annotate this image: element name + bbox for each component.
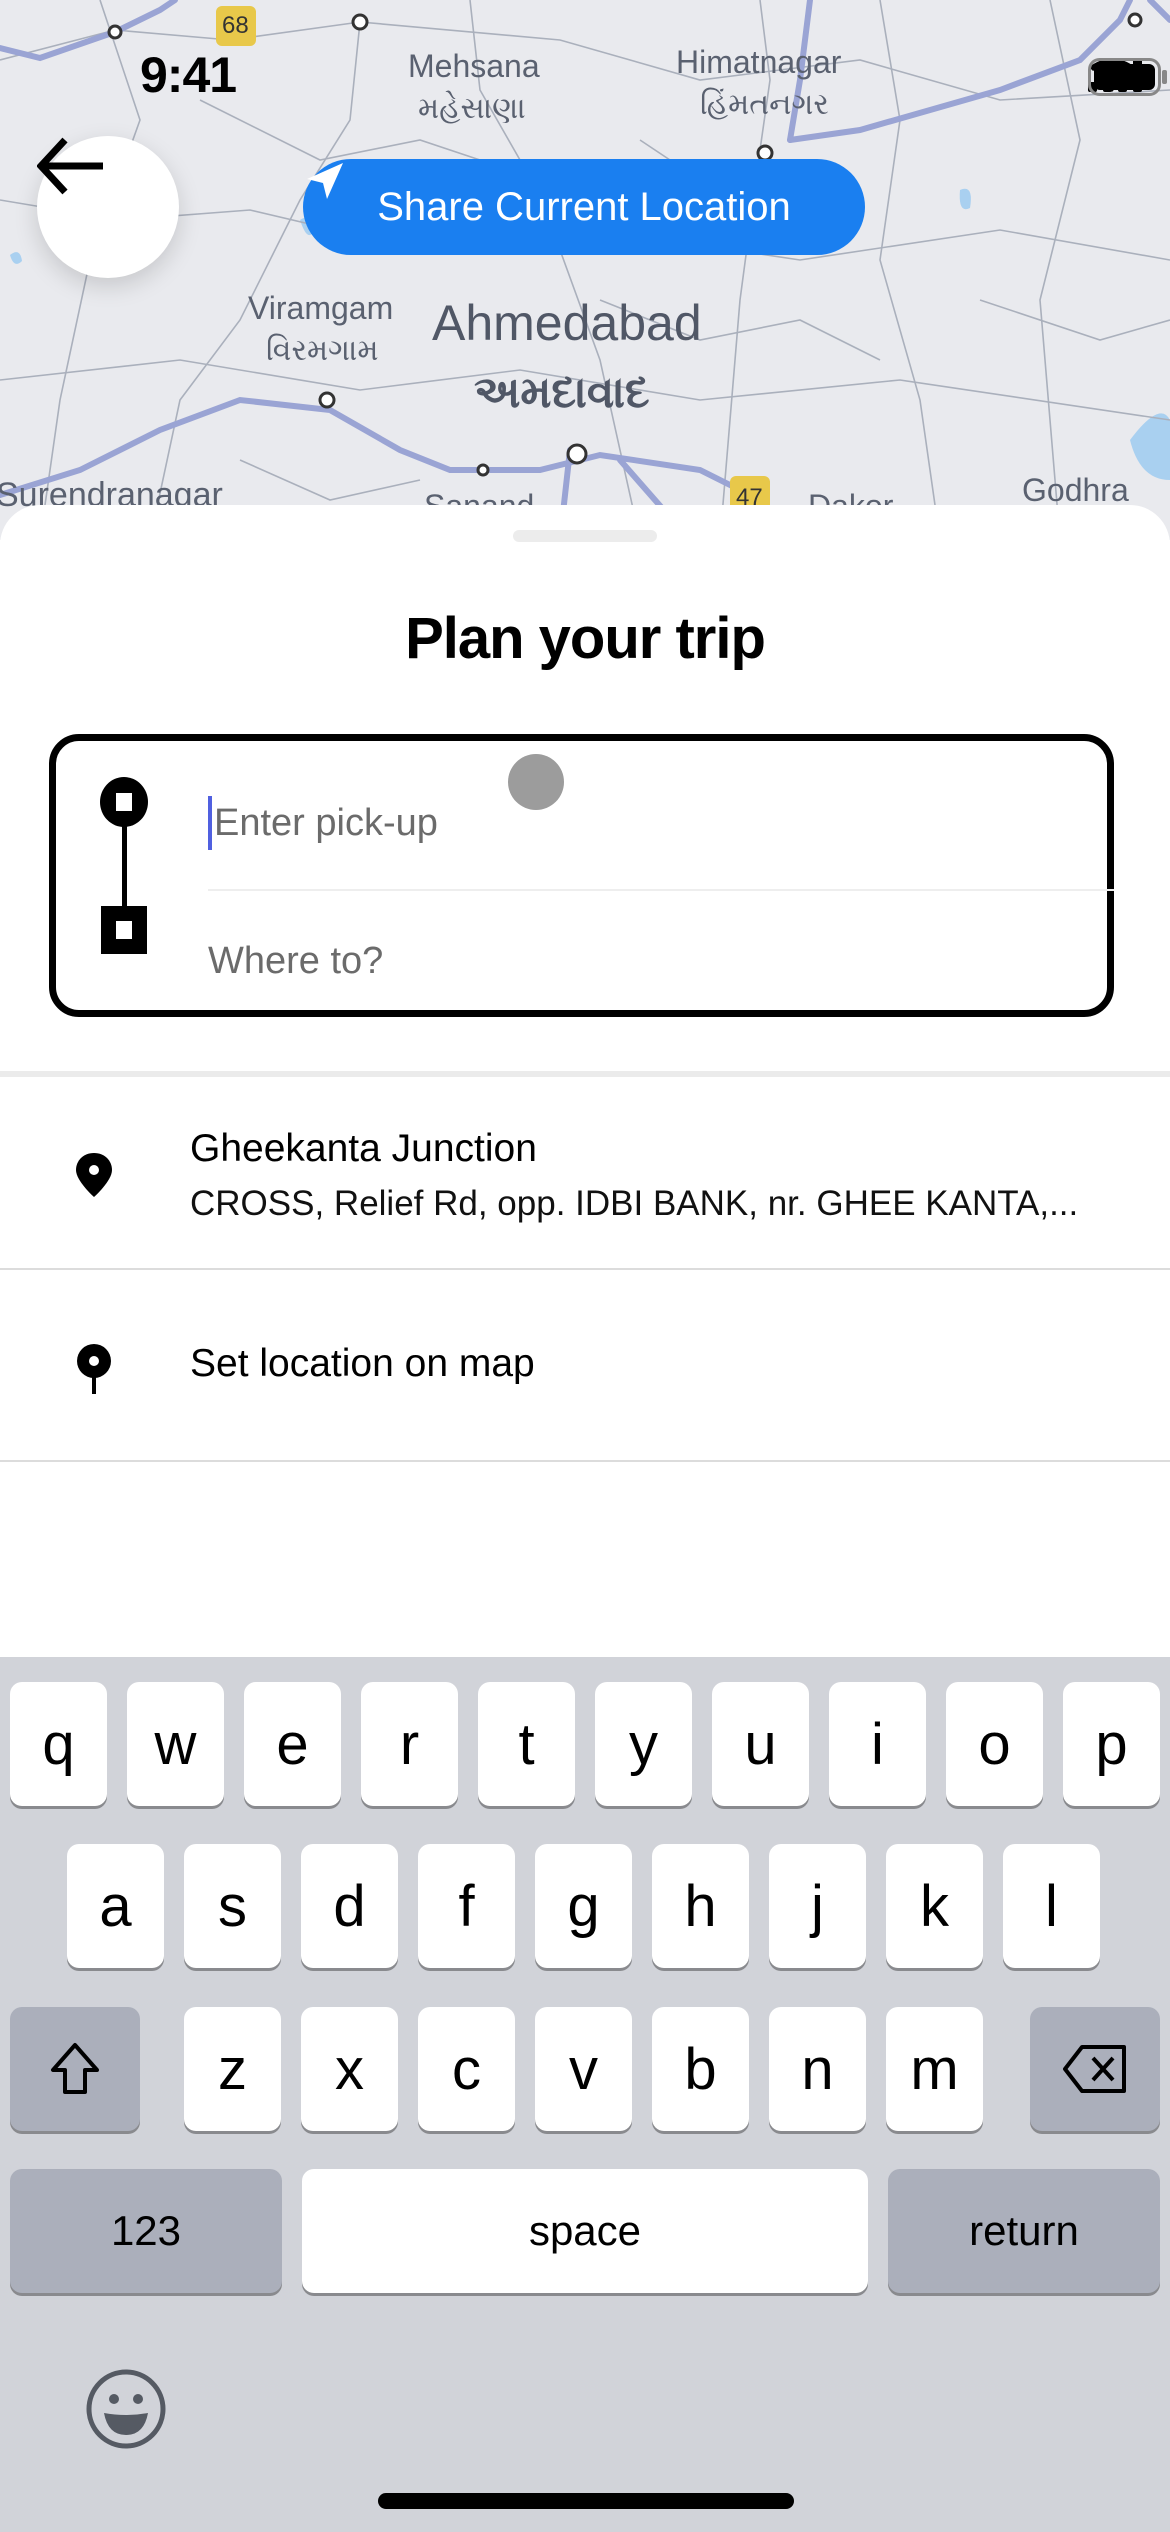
arrow-left-icon bbox=[37, 137, 103, 195]
shift-key[interactable] bbox=[10, 2007, 140, 2131]
home-indicator[interactable] bbox=[378, 2493, 794, 2509]
key-i[interactable]: i bbox=[829, 1682, 926, 1806]
shift-icon bbox=[51, 2043, 99, 2094]
map-label-major-city-local: અમદાવાદ bbox=[474, 368, 650, 417]
page-title: Plan your trip bbox=[405, 606, 766, 671]
map-label-city-local: વિરમગામ bbox=[266, 334, 379, 367]
map-pin-icon bbox=[77, 1344, 111, 1394]
field-divider bbox=[208, 889, 1114, 891]
sheet-drag-handle[interactable] bbox=[513, 530, 657, 542]
key-m[interactable]: m bbox=[886, 2007, 983, 2131]
key-u[interactable]: u bbox=[712, 1682, 809, 1806]
suggestion-title: Gheekanta Junction bbox=[190, 1127, 537, 1170]
emoji-icon[interactable] bbox=[84, 2367, 168, 2451]
battery-icon bbox=[1088, 58, 1167, 96]
key-k[interactable]: k bbox=[886, 1844, 983, 1968]
suggestion-item[interactable]: Gheekanta Junction CROSS, Relief Rd, opp… bbox=[0, 1077, 1170, 1268]
location-pin-icon bbox=[76, 1153, 112, 1197]
key-p[interactable]: p bbox=[1063, 1682, 1160, 1806]
key-x[interactable]: x bbox=[301, 2007, 398, 2131]
destination-placeholder: Where to? bbox=[208, 939, 384, 982]
key-w[interactable]: w bbox=[127, 1682, 224, 1806]
key-q[interactable]: q bbox=[10, 1682, 107, 1806]
trip-inputs-box: Enter pick-up Where to? bbox=[49, 734, 1114, 1017]
return-key[interactable]: return bbox=[888, 2169, 1160, 2293]
key-t[interactable]: t bbox=[478, 1682, 575, 1806]
key-r[interactable]: r bbox=[361, 1682, 458, 1806]
key-b[interactable]: b bbox=[652, 2007, 749, 2131]
space-key[interactable]: space bbox=[302, 2169, 868, 2293]
text-caret bbox=[208, 796, 212, 850]
map-label-major-city: Ahmedabad bbox=[432, 295, 702, 351]
map-label-city-local: મહેસાણા bbox=[418, 92, 526, 125]
key-h[interactable]: h bbox=[652, 1844, 749, 1968]
destination-marker-icon bbox=[101, 906, 147, 954]
keyboard: q w e r t y u i o p a s d f g h j k l z … bbox=[0, 1657, 1170, 2532]
pickup-placeholder: Enter pick-up bbox=[214, 801, 438, 844]
location-arrow-icon bbox=[307, 163, 343, 199]
status-time: 9:41 bbox=[140, 47, 237, 103]
delete-key[interactable] bbox=[1030, 2007, 1160, 2131]
key-z[interactable]: z bbox=[184, 2007, 281, 2131]
set-location-on-map-item[interactable]: Set location on map bbox=[0, 1270, 1170, 1460]
key-y[interactable]: y bbox=[595, 1682, 692, 1806]
key-o[interactable]: o bbox=[946, 1682, 1043, 1806]
highway-shield-label: 68 bbox=[222, 12, 249, 39]
key-a[interactable]: a bbox=[67, 1844, 164, 1968]
key-v[interactable]: v bbox=[535, 2007, 632, 2131]
key-e[interactable]: e bbox=[244, 1682, 341, 1806]
key-n[interactable]: n bbox=[769, 2007, 866, 2131]
map-view[interactable]: 68 47 Mehsana મહેસાણા Himatnagar હિંમતનગ… bbox=[0, 0, 1170, 540]
map-label-city: Godhra bbox=[1022, 472, 1129, 508]
key-j[interactable]: j bbox=[769, 1844, 866, 1968]
map-label-city: Mehsana bbox=[408, 48, 540, 84]
pickup-input[interactable]: Enter pick-up bbox=[208, 781, 1108, 865]
key-s[interactable]: s bbox=[184, 1844, 281, 1968]
share-current-location-button[interactable]: Share Current Location bbox=[303, 159, 865, 255]
backspace-icon bbox=[1063, 2045, 1126, 2093]
key-f[interactable]: f bbox=[418, 1844, 515, 1968]
map-label-city: Viramgam bbox=[248, 290, 394, 326]
share-location-label: Share Current Location bbox=[377, 184, 791, 229]
map-label-city-local: હિંમતનગર bbox=[700, 88, 829, 121]
key-d[interactable]: d bbox=[301, 1844, 398, 1968]
map-label-city: Himatnagar bbox=[676, 44, 842, 80]
row-divider bbox=[0, 1460, 1170, 1462]
numbers-key[interactable]: 123 bbox=[10, 2169, 282, 2293]
key-l[interactable]: l bbox=[1003, 1844, 1100, 1968]
pickup-marker-icon bbox=[100, 777, 148, 827]
suggestion-subtitle: CROSS, Relief Rd, opp. IDBI BANK, nr. GH… bbox=[190, 1184, 1079, 1223]
touch-indicator bbox=[508, 754, 564, 810]
destination-input[interactable]: Where to? bbox=[208, 919, 1108, 1003]
set-location-label: Set location on map bbox=[190, 1342, 535, 1385]
key-c[interactable]: c bbox=[418, 2007, 515, 2131]
key-g[interactable]: g bbox=[535, 1844, 632, 1968]
back-button[interactable] bbox=[37, 136, 179, 278]
